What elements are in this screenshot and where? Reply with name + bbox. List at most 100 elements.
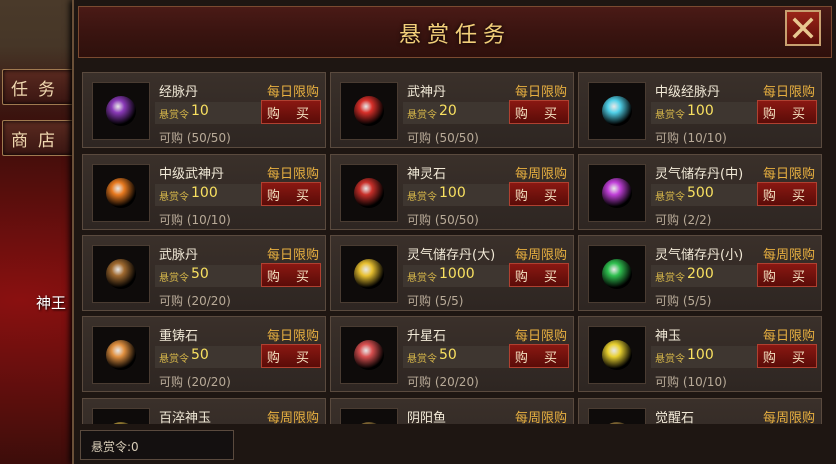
item-icon-slot[interactable] [92, 164, 150, 222]
buy-button[interactable]: 购 买 [757, 182, 817, 206]
buy-button[interactable]: 购 买 [261, 182, 321, 206]
item-price: 500 [687, 185, 714, 201]
item-name: 武脉丹 [159, 248, 199, 263]
item-icon-slot[interactable] [340, 164, 398, 222]
item-price: 100 [191, 185, 218, 201]
shop-item-card: 中级经脉丹 每日限购 悬赏令 100 购 买可购 (10/10) [578, 72, 822, 148]
purchase-limit-badge: 每日限购 [762, 167, 815, 182]
item-stock: 可购 (10/10) [655, 375, 727, 389]
buy-button[interactable]: 购 买 [509, 344, 569, 368]
item-name: 中级经脉丹 [655, 85, 721, 100]
panel-title: 悬赏任务 [398, 23, 511, 48]
item-icon-slot[interactable] [92, 245, 150, 303]
item-name: 神灵石 [407, 167, 447, 182]
shop-item-card: 阴阳鱼 每周限购 [330, 398, 574, 424]
close-icon [792, 17, 814, 39]
side-tab-shop[interactable]: 商店 [2, 120, 74, 156]
item-icon-slot[interactable] [588, 326, 646, 384]
item-stock: 可购 (5/5) [655, 294, 712, 308]
item-stock: 可购 (20/20) [159, 375, 231, 389]
item-stock: 可购 (50/50) [407, 131, 479, 145]
buy-button[interactable]: 购 买 [509, 100, 569, 124]
item-grid: 经脉丹 每日限购 悬赏令 10 购 买可购 (50/50) 武神丹 每日限购 悬赏令 20 购 … [82, 72, 830, 424]
token-label: 悬赏令 [407, 273, 437, 284]
item-name: 中级武神丹 [159, 167, 225, 182]
item-name: 百淬神玉 [159, 411, 212, 424]
item-stock: 可购 (20/20) [407, 375, 479, 389]
token-label: 悬赏令 [407, 192, 437, 203]
awakening-stone-icon [609, 422, 625, 424]
item-icon-slot[interactable] [588, 245, 646, 303]
purchase-limit-badge: 每周限购 [762, 248, 815, 263]
buy-button[interactable]: 购 买 [757, 344, 817, 368]
shop-item-card: 神玉 每日限购 悬赏令 100 购 买可购 (10/10) [578, 316, 822, 392]
purchase-limit-badge: 每周限购 [514, 248, 567, 263]
item-icon-slot[interactable] [588, 408, 646, 424]
item-name: 武神丹 [407, 85, 447, 100]
shop-item-card: 中级武神丹 每日限购 悬赏令 100 购 买可购 (10/10) [82, 154, 326, 230]
item-price: 10 [191, 103, 209, 119]
token-label: 悬赏令 [159, 192, 189, 203]
violet-rune-orb-icon [602, 178, 632, 208]
token-label: 悬赏令 [159, 110, 189, 121]
shop-item-card: 武神丹 每日限购 悬赏令 20 购 买可购 (50/50) [330, 72, 574, 148]
buy-button[interactable]: 购 买 [757, 100, 817, 124]
purchase-limit-badge: 每周限购 [514, 411, 567, 424]
item-price: 200 [687, 266, 714, 282]
shop-item-card: 升星石 每日限购 悬赏令 50 购 买可购 (20/20) [330, 316, 574, 392]
item-stock: 可购 (50/50) [159, 131, 231, 145]
item-name: 升星石 [407, 329, 447, 344]
item-price: 50 [439, 347, 457, 363]
bronze-orb-icon [106, 259, 136, 289]
item-icon-slot[interactable] [588, 164, 646, 222]
item-icon-slot[interactable] [340, 245, 398, 303]
buy-button[interactable]: 购 买 [509, 263, 569, 287]
purchase-limit-badge: 每日限购 [266, 167, 319, 182]
shop-item-card: 灵气储存丹(中) 每日限购 悬赏令 500 购 买可购 (2/2) [578, 154, 822, 230]
purchase-limit-badge: 每日限购 [514, 85, 567, 100]
close-button[interactable] [785, 10, 821, 46]
item-icon-slot[interactable] [92, 326, 150, 384]
item-name: 觉醒石 [655, 411, 695, 424]
purchase-limit-badge: 每日限购 [266, 85, 319, 100]
item-icon-slot[interactable] [92, 82, 150, 140]
shop-item-card: 灵气储存丹(小) 每周限购 悬赏令 200 购 买可购 (5/5) [578, 235, 822, 311]
item-stock: 可购 (50/50) [407, 213, 479, 227]
shop-item-card: 百淬神玉 每周限购 [82, 398, 326, 424]
token-label: 悬赏令 [159, 354, 189, 365]
item-icon-slot[interactable] [340, 408, 398, 424]
shop-item-card: 武脉丹 每日限购 悬赏令 50 购 买可购 (20/20) [82, 235, 326, 311]
item-icon-slot[interactable] [92, 408, 150, 424]
purchase-limit-badge: 每日限购 [514, 329, 567, 344]
item-icon-slot[interactable] [340, 82, 398, 140]
character-name-label: 神王 [36, 294, 67, 312]
buy-button[interactable]: 购 买 [261, 100, 321, 124]
jade-icon [113, 422, 129, 424]
token-balance: 悬赏令:0 [80, 430, 234, 460]
shop-item-card: 神灵石 每周限购 悬赏令 100 购 买可购 (50/50) [330, 154, 574, 230]
pink-stone-icon [354, 340, 384, 370]
token-balance-label: 悬赏令: [91, 440, 132, 454]
buy-button[interactable]: 购 买 [757, 263, 817, 287]
item-icon-slot[interactable] [340, 326, 398, 384]
side-tab-quest[interactable]: 任务 [2, 69, 74, 105]
buy-button[interactable]: 购 买 [509, 182, 569, 206]
item-stock: 可购 (5/5) [407, 294, 464, 308]
green-orb-icon [602, 259, 632, 289]
token-label: 悬赏令 [407, 110, 437, 121]
token-label: 悬赏令 [655, 354, 685, 365]
purchase-limit-badge: 每日限购 [762, 85, 815, 100]
bounty-shop-panel: 悬赏任务 经脉丹 每日限购 悬赏令 10 购 买可购 (50/50) 武神丹 每日限购 悬赏… [72, 0, 836, 464]
yellow-jade-icon [602, 340, 632, 370]
panel-header: 悬赏任务 [78, 6, 832, 58]
item-icon-slot[interactable] [588, 82, 646, 140]
buy-button[interactable]: 购 买 [261, 344, 321, 368]
item-price: 100 [439, 185, 466, 201]
item-stock: 可购 (20/20) [159, 294, 231, 308]
purchase-limit-badge: 每周限购 [762, 411, 815, 424]
shop-item-card: 觉醒石 每周限购 [578, 398, 822, 424]
buy-button[interactable]: 购 买 [261, 263, 321, 287]
yin-yang-icon [361, 422, 377, 424]
orange-stone-icon [106, 340, 136, 370]
purchase-limit-badge: 每周限购 [266, 411, 319, 424]
